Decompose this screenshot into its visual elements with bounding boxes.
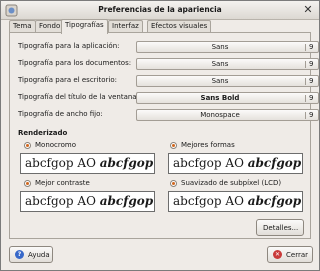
- font-size: 9: [309, 77, 314, 85]
- tab-visual-effects[interactable]: Efectos visuales: [147, 20, 212, 32]
- close-button-label: Cerrar: [286, 251, 308, 259]
- font-label: Tipografía para los documentos:: [18, 59, 132, 67]
- window-title: Preferencias de la apariencia: [98, 5, 222, 14]
- radio-indicator[interactable]: [24, 180, 31, 187]
- font-label: Tipografía para el escritorio:: [18, 76, 117, 84]
- tab-background[interactable]: Fondo: [35, 20, 65, 32]
- fonts-panel: Tipografía para la aplicación: Sans 9 Ti…: [9, 32, 319, 239]
- separator: [305, 61, 306, 68]
- sample-best-contrast: abcfgop AO abcfgop: [20, 191, 155, 212]
- sample-italic: abcfgop: [247, 156, 302, 170]
- sample-regular: abcfgop AO: [173, 156, 248, 170]
- tab-fonts[interactable]: Tipografías: [61, 19, 108, 34]
- font-name: Sans: [211, 77, 229, 85]
- font-name: Monospace: [200, 111, 240, 119]
- sample-text: abcfgop AO abcfgop: [173, 194, 301, 208]
- desktop-font-button[interactable]: Sans 9: [136, 75, 319, 87]
- font-size: 9: [309, 111, 314, 119]
- close-icon: ✕: [273, 250, 282, 259]
- tab-interface[interactable]: Interfaz: [108, 20, 143, 32]
- appearance-preferences-window: Preferencias de la apariencia ✕ Tema Fon…: [0, 0, 320, 271]
- application-font-button[interactable]: Sans 9: [136, 41, 319, 53]
- font-label: Tipografía de ancho fijo:: [18, 110, 103, 118]
- separator: [305, 44, 306, 51]
- sample-italic: abcfgop: [99, 156, 154, 170]
- radio-monochrome[interactable]: Monocromo: [24, 141, 144, 151]
- sample-text: abcfgop AO abcfgop: [25, 156, 153, 170]
- radio-indicator[interactable]: [170, 142, 177, 149]
- sample-regular: abcfgop AO: [25, 194, 100, 208]
- radio-label: Monocromo: [35, 141, 76, 149]
- radio-label: Mejores formas: [181, 141, 235, 149]
- radio-label: Suavizado de subpíxel (LCD): [181, 179, 282, 187]
- sample-text: abcfgop AO abcfgop: [173, 156, 301, 170]
- fixed-width-font-button[interactable]: Monospace 9: [136, 109, 319, 121]
- font-name: Sans: [211, 60, 229, 68]
- help-button[interactable]: ? Ayuda: [9, 246, 53, 263]
- radio-best-shapes[interactable]: Mejores formas: [170, 141, 290, 151]
- sample-text: abcfgop AO abcfgop: [25, 194, 153, 208]
- document-font-button[interactable]: Sans 9: [136, 58, 319, 70]
- separator: [305, 112, 306, 119]
- titlebar: Preferencias de la apariencia ✕: [1, 1, 319, 20]
- window-close-icon[interactable]: ✕: [301, 3, 315, 17]
- font-label: Tipografía para la aplicación:: [18, 42, 120, 50]
- font-size: 9: [309, 43, 314, 51]
- tab-theme[interactable]: Tema: [9, 20, 36, 32]
- radio-indicator[interactable]: [170, 180, 177, 187]
- sample-italic: abcfgop: [99, 194, 154, 208]
- close-button[interactable]: ✕ Cerrar: [267, 246, 313, 263]
- separator: [305, 78, 306, 85]
- radio-indicator[interactable]: [24, 142, 31, 149]
- details-button[interactable]: Detalles...: [256, 219, 304, 236]
- font-name: Sans Bold: [200, 94, 240, 102]
- sample-best-shapes: abcfgop AO abcfgop: [168, 153, 303, 174]
- radio-label: Mejor contraste: [35, 179, 90, 187]
- font-size: 9: [309, 94, 314, 102]
- sample-monochrome: abcfgop AO abcfgop: [20, 153, 155, 174]
- radio-subpixel-smoothing[interactable]: Suavizado de subpíxel (LCD): [170, 179, 310, 189]
- sample-italic: abcfgop: [247, 194, 302, 208]
- separator: [305, 95, 306, 102]
- font-label: Tipografía del título de la ventana:: [18, 93, 139, 101]
- window-title-font-button[interactable]: Sans Bold 9: [136, 92, 319, 104]
- details-button-label: Detalles...: [263, 224, 299, 232]
- rendering-heading: Renderizado: [18, 129, 68, 137]
- help-button-label: Ayuda: [28, 251, 50, 259]
- sample-regular: abcfgop AO: [25, 156, 100, 170]
- font-size: 9: [309, 60, 314, 68]
- radio-best-contrast[interactable]: Mejor contraste: [24, 179, 144, 189]
- sample-subpixel-smoothing: abcfgop AO abcfgop: [168, 191, 303, 212]
- sample-regular: abcfgop AO: [173, 194, 248, 208]
- font-name: Sans: [211, 43, 229, 51]
- help-icon: ?: [15, 250, 24, 259]
